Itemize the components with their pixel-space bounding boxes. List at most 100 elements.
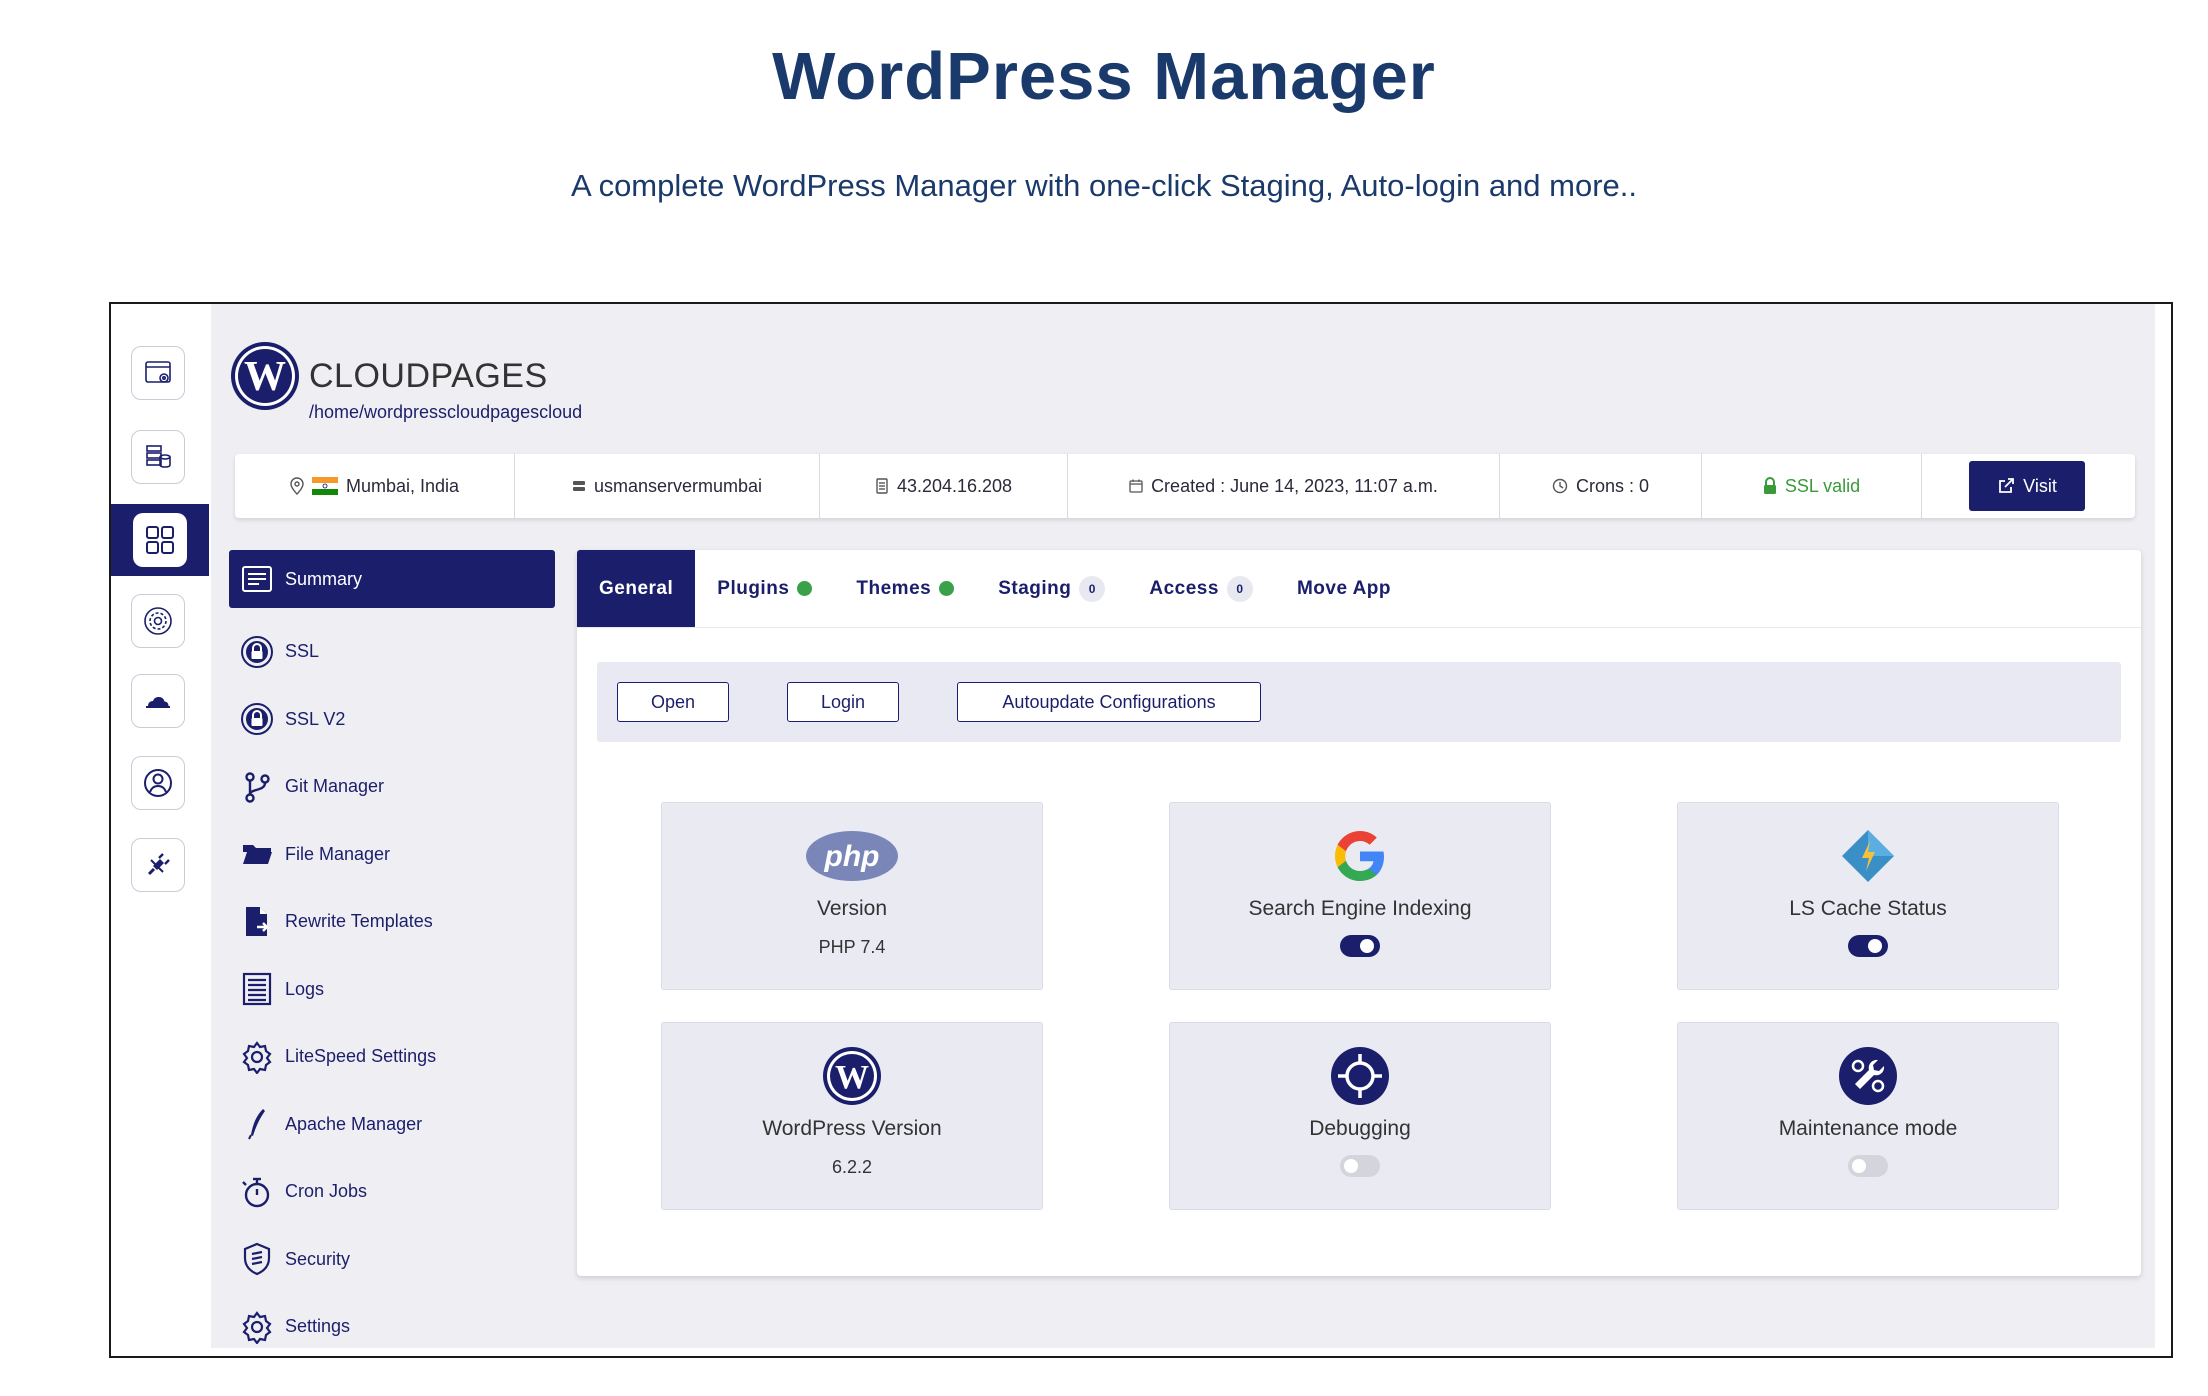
rail-plug[interactable] <box>131 838 185 892</box>
menu-item-apache-manager[interactable]: Apache Manager <box>229 1091 555 1159</box>
tile-title: WordPress Version <box>762 1117 942 1140</box>
site-path: /home/wordpresscloudpagescloud <box>309 402 583 422</box>
folder-icon <box>243 845 272 865</box>
menu-label: Security <box>285 1248 351 1269</box>
wordpress-version-tile: W WordPress Version 6.2.2 <box>661 1022 1043 1210</box>
debugging-tile: Debugging <box>1169 1022 1551 1210</box>
logs-icon <box>242 973 272 1006</box>
brand-name: CLOUDPAGES <box>309 356 548 395</box>
menu-item-cron-jobs[interactable]: Cron Jobs <box>229 1158 555 1226</box>
external-link-icon <box>1999 478 2015 493</box>
lock-icon <box>241 635 273 668</box>
menu-item-litespeed-settings[interactable]: LiteSpeed Settings <box>229 1023 555 1091</box>
location-info: Mumbai, India <box>235 454 515 518</box>
wordpress-icon: W <box>823 1047 881 1105</box>
tile-title: Maintenance mode <box>1778 1117 1958 1140</box>
menu-item-security[interactable]: Security <box>229 1226 555 1294</box>
summary-icon <box>242 566 272 592</box>
stopwatch-icon <box>242 1177 270 1207</box>
ip-info: 43.204.16.208 <box>820 454 1068 518</box>
action-bar: Open Login Autoupdate Configurations <box>597 662 2121 742</box>
menu-item-summary[interactable]: Summary <box>229 550 555 608</box>
autoupdate-configurations-button[interactable]: Autoupdate Configurations <box>957 682 1261 722</box>
php-version-value: PHP 7.4 <box>818 937 886 957</box>
menu-label: Cron Jobs <box>285 1181 368 1202</box>
tab-staging[interactable]: Staging 0 <box>976 550 1127 627</box>
menu-item-file-manager[interactable]: File Manager <box>229 821 555 889</box>
side-menu: Summary SSL SSL V2 Git Manager File Mana… <box>229 550 555 1356</box>
tab-plugins[interactable]: Plugins <box>695 550 834 627</box>
app-window: W CLOUDPAGES /home/wordpresscloudpagescl… <box>109 302 2173 1358</box>
ls-cache-toggle[interactable] <box>1848 935 1888 957</box>
svg-text:W: W <box>835 1059 869 1096</box>
tile-title: Debugging <box>1309 1117 1411 1140</box>
grid-apps-icon <box>146 526 174 554</box>
rail-server-database[interactable] <box>131 430 185 484</box>
file-arrow-icon <box>246 906 269 936</box>
menu-item-ssl[interactable]: SSL <box>229 618 555 686</box>
git-branch-icon <box>245 772 270 803</box>
crons-count: Crons : 0 <box>1575 475 1650 496</box>
google-icon <box>1335 831 1384 881</box>
tab-move-app[interactable]: Move App <box>1275 550 1413 627</box>
tab-general[interactable]: General <box>577 550 696 627</box>
chip-icon <box>876 478 888 494</box>
tab-label: Move App <box>1296 577 1392 599</box>
server-info: usmanservermumbai <box>515 454 820 518</box>
tile-title: Version <box>816 897 888 920</box>
ssl-status: SSL valid <box>1702 454 1922 518</box>
cog-circle-icon <box>144 607 172 635</box>
location-text: Mumbai, India <box>345 475 460 496</box>
rail-browser-settings[interactable] <box>131 346 185 400</box>
open-button[interactable]: Open <box>617 682 729 722</box>
menu-item-logs[interactable]: Logs <box>229 956 555 1024</box>
visit-button[interactable]: Visit <box>1969 461 2085 511</box>
clock-icon <box>1552 478 1568 494</box>
crons-info: Crons : 0 <box>1500 454 1702 518</box>
tab-label: General <box>599 577 674 599</box>
menu-label: LiteSpeed Settings <box>285 1046 437 1067</box>
menu-label: Settings <box>285 1316 351 1337</box>
rail-apps[interactable] <box>111 504 209 576</box>
tab-label: Staging <box>998 577 1072 599</box>
login-button[interactable]: Login <box>787 682 899 722</box>
calendar-icon <box>1129 479 1143 493</box>
menu-label: Apache Manager <box>285 1113 423 1134</box>
maintenance-toggle[interactable] <box>1848 1155 1888 1177</box>
rail-cloud[interactable] <box>131 674 185 728</box>
count-badge: 0 <box>1079 575 1106 602</box>
lock-icon <box>1763 477 1776 494</box>
rail-cog[interactable] <box>131 594 185 648</box>
menu-item-settings[interactable]: Settings <box>229 1293 555 1356</box>
india-flag-icon <box>311 477 338 495</box>
litespeed-icon <box>1842 830 1894 882</box>
gear-icon <box>242 1040 272 1074</box>
menu-label: Git Manager <box>285 776 385 797</box>
tab-access[interactable]: Access 0 <box>1127 550 1275 627</box>
hero-subtitle: A complete WordPress Manager with one-cl… <box>570 168 1638 203</box>
visit-cell: Visit <box>1922 454 2132 518</box>
rail-user[interactable] <box>131 756 185 810</box>
cloud-icon <box>146 697 170 708</box>
visit-label: Visit <box>2023 475 2057 496</box>
menu-label: Logs <box>285 978 325 999</box>
debugging-toggle[interactable] <box>1340 1155 1380 1177</box>
tab-bar: General Plugins Themes Staging 0 Access … <box>577 550 2141 628</box>
content-card: General Plugins Themes Staging 0 Access … <box>577 550 2141 1276</box>
php-logo-icon: php <box>806 831 898 881</box>
search-indexing-toggle[interactable] <box>1340 935 1380 957</box>
tab-themes[interactable]: Themes <box>834 550 976 627</box>
location-pin-icon <box>290 477 304 495</box>
menu-item-ssl-v2[interactable]: SSL V2 <box>229 686 555 754</box>
maintenance-mode-tile: Maintenance mode <box>1677 1022 2059 1210</box>
plug-icon <box>147 853 170 876</box>
menu-item-git-manager[interactable]: Git Manager <box>229 753 555 821</box>
wordpress-logo-icon: W <box>231 342 299 410</box>
server-name: usmanservermumbai <box>593 475 763 496</box>
status-dot <box>797 581 813 596</box>
ssl-status-text: SSL valid <box>1784 475 1861 496</box>
menu-label: File Manager <box>285 843 391 864</box>
search-engine-indexing-tile: Search Engine Indexing <box>1169 802 1551 990</box>
menu-item-rewrite-templates[interactable]: Rewrite Templates <box>229 888 555 956</box>
site-info-bar: Mumbai, India usmanservermumbai 43.204.1… <box>235 454 2135 518</box>
